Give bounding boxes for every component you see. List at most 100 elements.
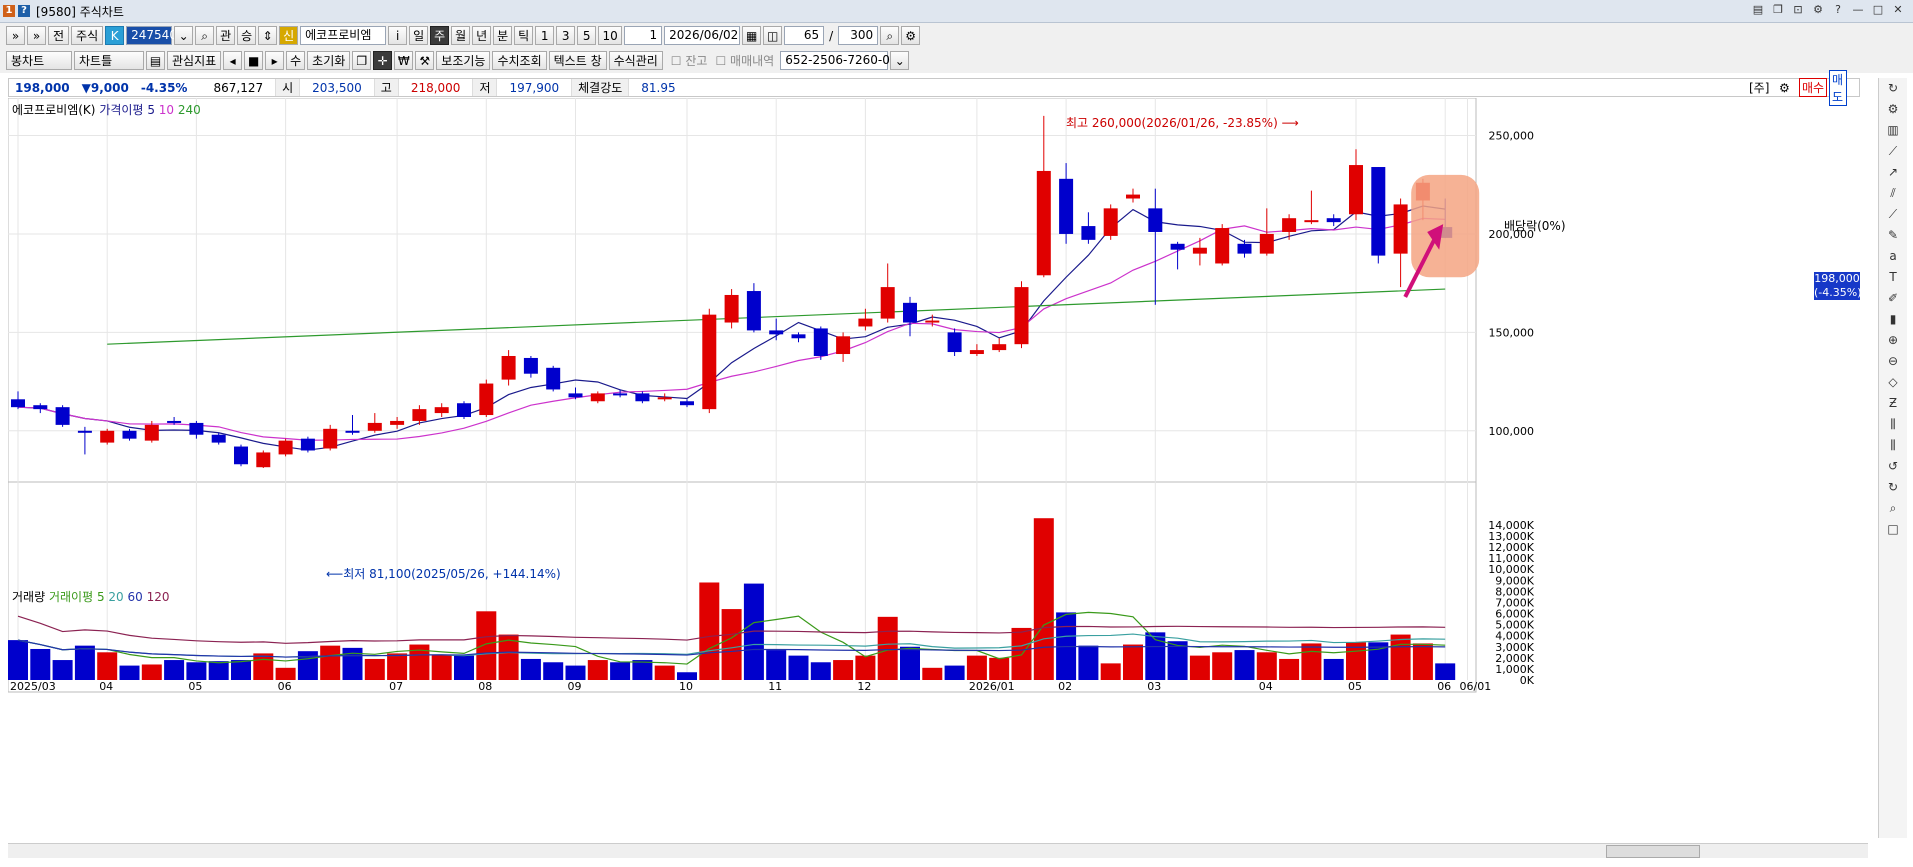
minimize-icon[interactable]: — bbox=[1851, 3, 1865, 17]
maximize-icon[interactable]: □ bbox=[1871, 3, 1885, 17]
num-1[interactable]: 1 bbox=[535, 26, 555, 45]
stock-code-input[interactable]: 247540 bbox=[126, 26, 177, 45]
text-window-button[interactable]: 텍스트 창 bbox=[548, 51, 607, 70]
code-dropdown-icon[interactable]: ⌄ bbox=[174, 26, 194, 45]
chart-svg[interactable]: 100,000150,000200,000250,0000K1,000K2,00… bbox=[7, 97, 1836, 834]
period-tick[interactable]: 틱 bbox=[514, 26, 534, 45]
volume-bar bbox=[699, 582, 720, 680]
channel-icon[interactable]: ⫽ bbox=[1879, 183, 1907, 204]
indicator-button[interactable]: 관심지표 bbox=[167, 51, 222, 70]
formula-manage-button[interactable]: 수식관리 bbox=[608, 51, 663, 70]
text-icon[interactable]: T bbox=[1879, 267, 1907, 288]
candle-chart-button[interactable]: 봉차트 bbox=[6, 51, 72, 70]
total-count-input[interactable]: 300 bbox=[838, 26, 879, 45]
num-10[interactable]: 10 bbox=[598, 26, 623, 45]
layout-icon[interactable]: ▤ bbox=[1751, 3, 1765, 17]
zoom-out-icon[interactable]: ⊖ bbox=[1879, 351, 1907, 372]
tool-icon[interactable]: ⚒ bbox=[415, 51, 435, 70]
trades-checkbox[interactable]: ☐ 매매내역 bbox=[715, 52, 774, 69]
chart-template-button[interactable]: 차트틀 bbox=[74, 51, 144, 70]
pen-icon[interactable]: ✎ bbox=[1879, 225, 1907, 246]
next-arrow-icon[interactable]: ▸ bbox=[265, 51, 285, 70]
crosshair-icon[interactable]: ✛ bbox=[373, 51, 393, 70]
brush-icon[interactable]: ✐ bbox=[1879, 288, 1907, 309]
num-5[interactable]: 5 bbox=[577, 26, 597, 45]
calendar-icon[interactable]: ▦ bbox=[742, 26, 762, 45]
bar-chart-icon[interactable]: ▥ bbox=[1879, 120, 1907, 141]
watch-button[interactable]: 관 bbox=[216, 26, 236, 45]
seung-button[interactable]: 승 bbox=[237, 26, 257, 45]
volume-bar bbox=[476, 611, 497, 680]
candle-icon[interactable]: ▮ bbox=[1879, 309, 1907, 330]
candle-body bbox=[11, 399, 25, 408]
copy-icon[interactable]: ❐ bbox=[1771, 3, 1785, 17]
scroll-thumb[interactable] bbox=[1606, 845, 1700, 858]
spin-icon[interactable]: ⇕ bbox=[258, 26, 278, 45]
today-icon[interactable]: ◫ bbox=[763, 26, 783, 45]
horizontal-scrollbar[interactable] bbox=[8, 843, 1868, 858]
stock-name-field[interactable]: 에코프로비엠 bbox=[300, 26, 387, 45]
period-month[interactable]: 월 bbox=[451, 26, 471, 45]
stock-type-button[interactable]: 주식 bbox=[71, 26, 104, 45]
grid-columns-icon[interactable]: ⫼ bbox=[1879, 435, 1907, 456]
volume-bar bbox=[1279, 658, 1300, 680]
volume-bar bbox=[1033, 518, 1054, 680]
prev-arrow-icon[interactable]: ◂ bbox=[223, 51, 243, 70]
period-week[interactable]: 주 bbox=[430, 26, 450, 45]
bar-count-input[interactable]: 65 bbox=[784, 26, 825, 45]
badge-help[interactable]: ? bbox=[18, 5, 30, 17]
ray-line-icon[interactable]: ↗ bbox=[1879, 162, 1907, 183]
search-tool-icon[interactable]: ⌕ bbox=[1879, 498, 1907, 519]
date-input[interactable]: 2026/06/02 bbox=[664, 26, 741, 45]
currency-icon[interactable]: ₩ bbox=[394, 51, 414, 70]
chart-panel[interactable]: 100,000 150,000 200,000 250,000 0K 1,000K 2,00… bbox=[7, 97, 1862, 834]
value-lookup-button[interactable]: 수치조회 bbox=[492, 51, 547, 70]
search-icon[interactable]: ⌕ bbox=[195, 26, 215, 45]
manual-button[interactable]: 수 bbox=[286, 51, 306, 70]
window-icon[interactable]: ❐ bbox=[352, 51, 372, 70]
balance-checkbox[interactable]: ☐ 잔고 bbox=[671, 52, 708, 69]
camera-icon[interactable]: ⊡ bbox=[1791, 3, 1805, 17]
columns-icon[interactable]: ⫼ bbox=[1879, 414, 1907, 435]
settings-small-icon[interactable]: ⚙ bbox=[1779, 81, 1790, 95]
gear-icon[interactable]: ⚙ bbox=[901, 26, 921, 45]
redo-icon[interactable]: ↻ bbox=[1879, 477, 1907, 498]
aux-function-button[interactable]: 보조기능 bbox=[436, 51, 491, 70]
account-select[interactable]: 652-2506-7260-0 bbox=[780, 51, 890, 70]
info-button[interactable]: i bbox=[388, 26, 408, 45]
nav-button-2[interactable]: » bbox=[27, 26, 46, 45]
table-icon[interactable]: ▤ bbox=[146, 51, 165, 70]
num-3[interactable]: 3 bbox=[556, 26, 576, 45]
settings-icon[interactable]: ⚙ bbox=[1811, 3, 1825, 17]
trend-line-icon[interactable]: ⟋ bbox=[1879, 141, 1907, 162]
period-minute[interactable]: 분 bbox=[493, 26, 513, 45]
period-day[interactable]: 일 bbox=[409, 26, 429, 45]
period-year[interactable]: 년 bbox=[472, 26, 492, 45]
toolbar-main: » » 전 주식 K 247540 ⌄ ⌕ 관 승 ⇕ 신 에코프로비엠 i 일… bbox=[0, 23, 1913, 48]
refresh-icon[interactable]: ↻ bbox=[1879, 78, 1907, 99]
volume-bar bbox=[186, 662, 207, 680]
market-k-icon[interactable]: K bbox=[105, 26, 125, 45]
shapes-icon[interactable]: ◇ bbox=[1879, 372, 1907, 393]
stop-icon[interactable]: ■ bbox=[244, 51, 264, 70]
zoom-in-icon[interactable]: ⊕ bbox=[1879, 330, 1907, 351]
reset-button[interactable]: 초기화 bbox=[307, 51, 351, 70]
zoom-icon[interactable]: ⌕ bbox=[880, 26, 900, 45]
square-icon[interactable]: □ bbox=[1879, 519, 1907, 540]
zigzag-icon[interactable]: Ƶ bbox=[1879, 393, 1907, 414]
candle-body bbox=[836, 336, 851, 355]
auto-icon[interactable]: a bbox=[1879, 246, 1907, 267]
prev-button[interactable]: 전 bbox=[48, 26, 70, 45]
account-dropdown-icon[interactable]: ⌄ bbox=[890, 51, 910, 70]
nav-button-1[interactable]: » bbox=[6, 26, 25, 45]
volume-tick-label: 10,000K bbox=[1488, 563, 1534, 576]
new-badge[interactable]: 신 bbox=[279, 26, 299, 45]
interval-select[interactable]: 1 bbox=[624, 26, 663, 45]
help-icon[interactable]: ? bbox=[1831, 3, 1845, 17]
fibo-icon[interactable]: ⟋ bbox=[1879, 204, 1907, 225]
gear-tool-icon[interactable]: ⚙ bbox=[1879, 99, 1907, 120]
undo-icon[interactable]: ↺ bbox=[1879, 456, 1907, 477]
close-icon[interactable]: ✕ bbox=[1891, 3, 1905, 17]
volume-tick-label: 6,000K bbox=[1495, 608, 1534, 621]
buy-button[interactable]: 매수 bbox=[1799, 78, 1828, 97]
